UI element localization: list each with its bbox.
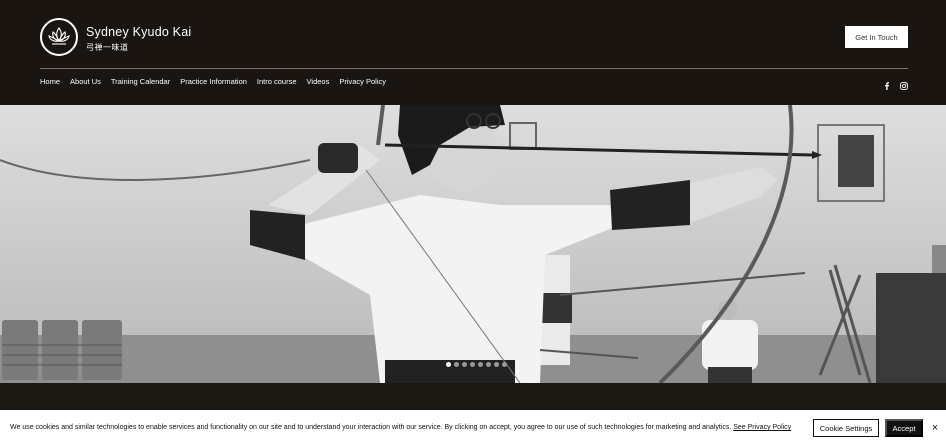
main-nav: Home About Us Training Calendar Practice… [40, 77, 386, 86]
site-header: Sydney Kyudo Kai 弓禅一味道 Get In Touch Home… [0, 0, 946, 105]
nav-item-intro-course[interactable]: Intro course [257, 77, 297, 86]
instagram-icon[interactable] [900, 77, 908, 90]
brand[interactable]: Sydney Kyudo Kai 弓禅一味道 [86, 25, 191, 53]
nav-item-training-calendar[interactable]: Training Calendar [111, 77, 170, 86]
cookie-settings-button[interactable]: Cookie Settings [813, 419, 879, 437]
header-divider [40, 68, 908, 69]
brand-name: Sydney Kyudo Kai [86, 25, 192, 39]
nav-item-home[interactable]: Home [40, 77, 60, 86]
slide-dot[interactable] [502, 362, 507, 367]
lotus-icon [48, 27, 70, 45]
cookie-message: We use cookies and similar technologies … [10, 424, 791, 431]
slide-dot[interactable] [446, 362, 451, 367]
nav-item-videos[interactable]: Videos [307, 77, 330, 86]
nav-item-privacy-policy[interactable]: Privacy Policy [339, 77, 386, 86]
social-bar [883, 77, 908, 90]
slide-dot[interactable] [486, 362, 491, 367]
dark-section-strip [0, 383, 946, 410]
cookie-text: We use cookies and similar technologies … [10, 424, 734, 431]
close-icon[interactable]: × [928, 421, 942, 435]
nav-item-about-us[interactable]: About Us [70, 77, 101, 86]
slide-dot[interactable] [462, 362, 467, 367]
hero-slideshow[interactable] [0, 105, 946, 383]
cookie-banner: We use cookies and similar technologies … [0, 410, 946, 446]
slide-dot[interactable] [478, 362, 483, 367]
hero-photo [0, 105, 946, 383]
slide-dot[interactable] [454, 362, 459, 367]
slide-dot[interactable] [494, 362, 499, 367]
slide-dot[interactable] [470, 362, 475, 367]
accept-button[interactable]: Accept [885, 419, 923, 437]
nav-item-practice-information[interactable]: Practice Information [180, 77, 247, 86]
brand-subtitle: 弓禅一味道 [86, 43, 129, 52]
privacy-policy-link[interactable]: See Privacy Policy [733, 424, 791, 431]
facebook-icon[interactable] [883, 77, 891, 90]
get-in-touch-button[interactable]: Get In Touch [845, 26, 908, 48]
logo-icon[interactable] [40, 18, 78, 56]
slideshow-pagination [446, 362, 507, 367]
